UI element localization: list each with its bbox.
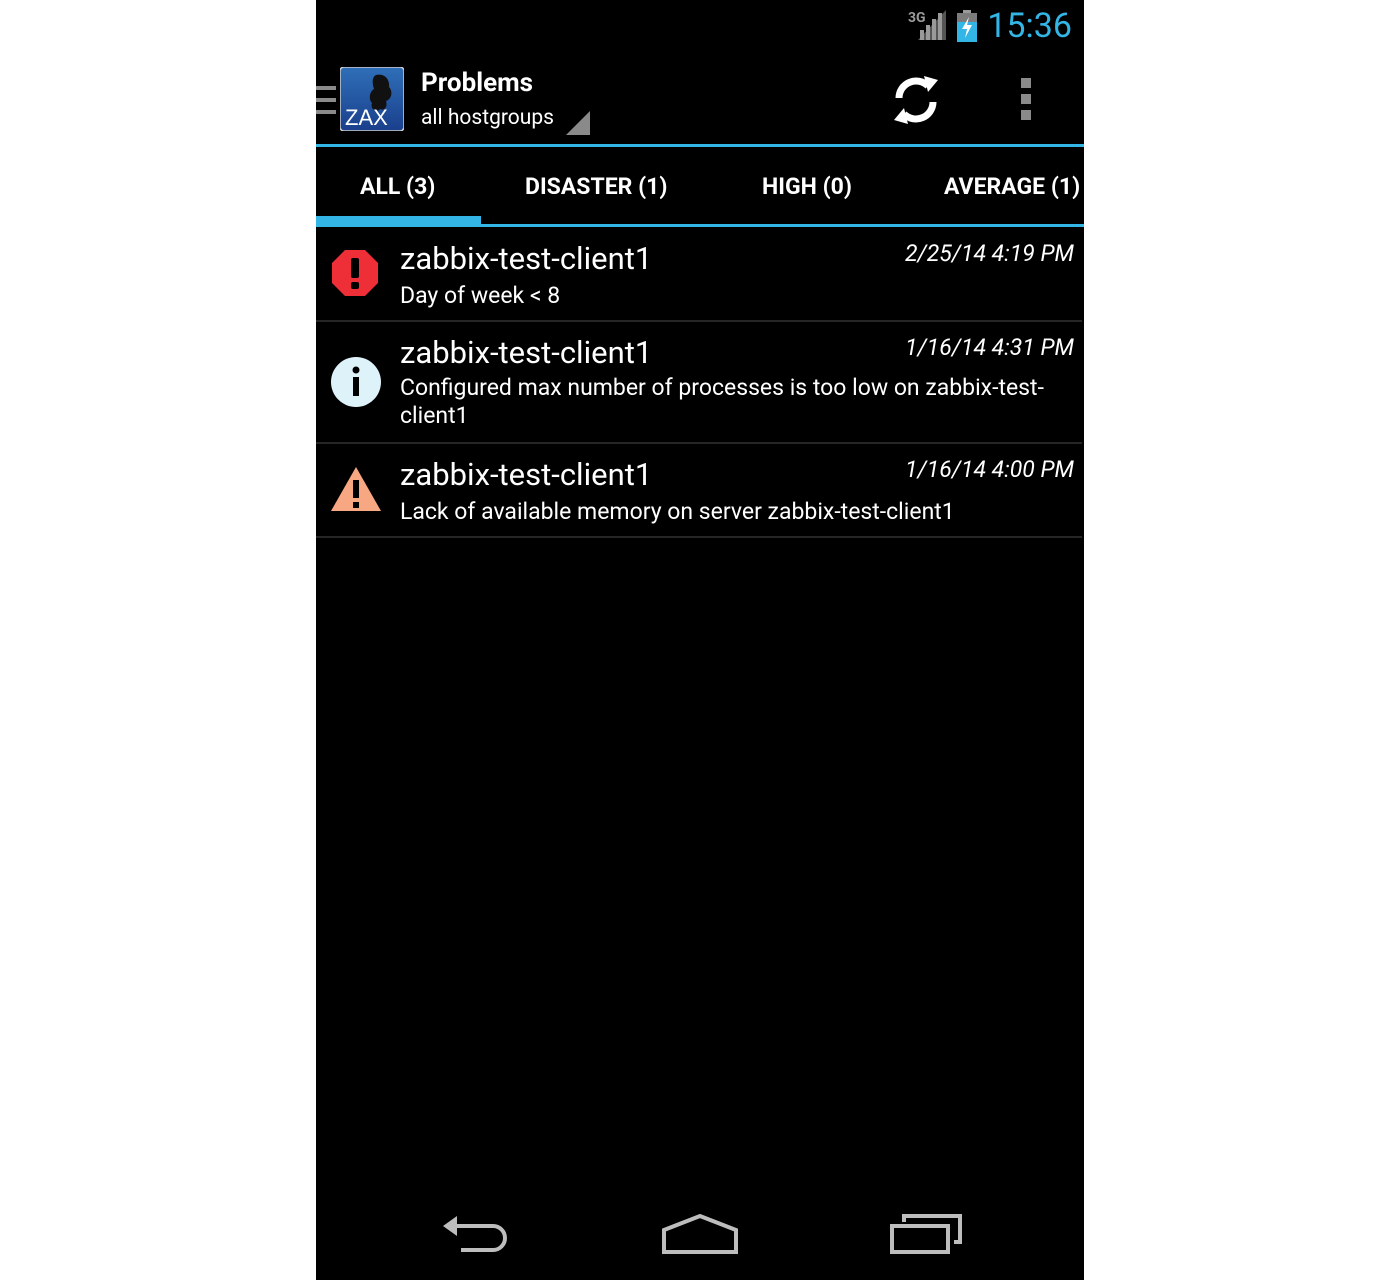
problem-description: Lack of available memory on server zabbi… (400, 498, 955, 525)
app-logo[interactable]: ZAX (340, 67, 404, 131)
problem-list: zabbix-test-client1 2/25/14 4:19 PM Day … (316, 228, 1082, 538)
severity-tabs: ALL (3) DISASTER (1) HIGH (0) AVERAGE (1… (316, 147, 1084, 227)
page-title: Problems (421, 68, 533, 98)
tab-disaster[interactable]: DISASTER (1) (525, 173, 667, 200)
problem-description: Day of week < 8 (400, 282, 561, 309)
status-bar: 3G 15:36 (316, 0, 1084, 52)
home-icon[interactable] (662, 1214, 738, 1254)
spinner-arrow-icon[interactable] (566, 111, 590, 135)
battery-charging-icon (957, 10, 977, 42)
disaster-icon (332, 250, 378, 296)
hostgroup-spinner[interactable]: all hostgroups (421, 106, 554, 130)
drawer-menu-icon[interactable] (316, 86, 338, 116)
tab-high[interactable]: HIGH (0) (762, 173, 852, 200)
list-item[interactable]: zabbix-test-client1 2/25/14 4:19 PM Day … (316, 228, 1082, 322)
problem-host: zabbix-test-client1 (400, 456, 653, 493)
warning-icon (331, 467, 381, 511)
tab-average[interactable]: AVERAGE (1) (944, 173, 1080, 200)
navigation-bar (316, 1190, 1084, 1280)
logo-text: ZAX (345, 105, 388, 130)
selected-tab-indicator (316, 216, 481, 224)
problem-time: 2/25/14 4:19 PM (904, 240, 1074, 267)
problem-description: Configured max number of processes is to… (400, 374, 1044, 429)
problem-time: 1/16/14 4:00 PM (904, 456, 1074, 483)
recent-apps-icon[interactable] (890, 1214, 962, 1254)
tab-all[interactable]: ALL (3) (360, 173, 435, 200)
action-bar: ZAX Problems all hostgroups (316, 52, 1084, 144)
information-icon (331, 357, 381, 407)
signal-icon (918, 10, 946, 40)
list-item[interactable]: zabbix-test-client1 1/16/14 4:31 PM Conf… (316, 322, 1082, 444)
clock: 15:36 (987, 6, 1072, 46)
problem-host: zabbix-test-client1 (400, 240, 653, 277)
problem-time: 1/16/14 4:31 PM (904, 334, 1074, 361)
overflow-menu-icon[interactable] (1021, 78, 1033, 120)
phone-screen: 3G 15:36 ZAX Problems all hostgroups ALL… (316, 0, 1084, 1280)
problem-host: zabbix-test-client1 (400, 334, 653, 371)
refresh-icon[interactable] (890, 74, 942, 126)
list-item[interactable]: zabbix-test-client1 1/16/14 4:00 PM Lack… (316, 444, 1082, 538)
tab-baseline (316, 224, 1084, 227)
back-icon[interactable] (441, 1214, 511, 1254)
